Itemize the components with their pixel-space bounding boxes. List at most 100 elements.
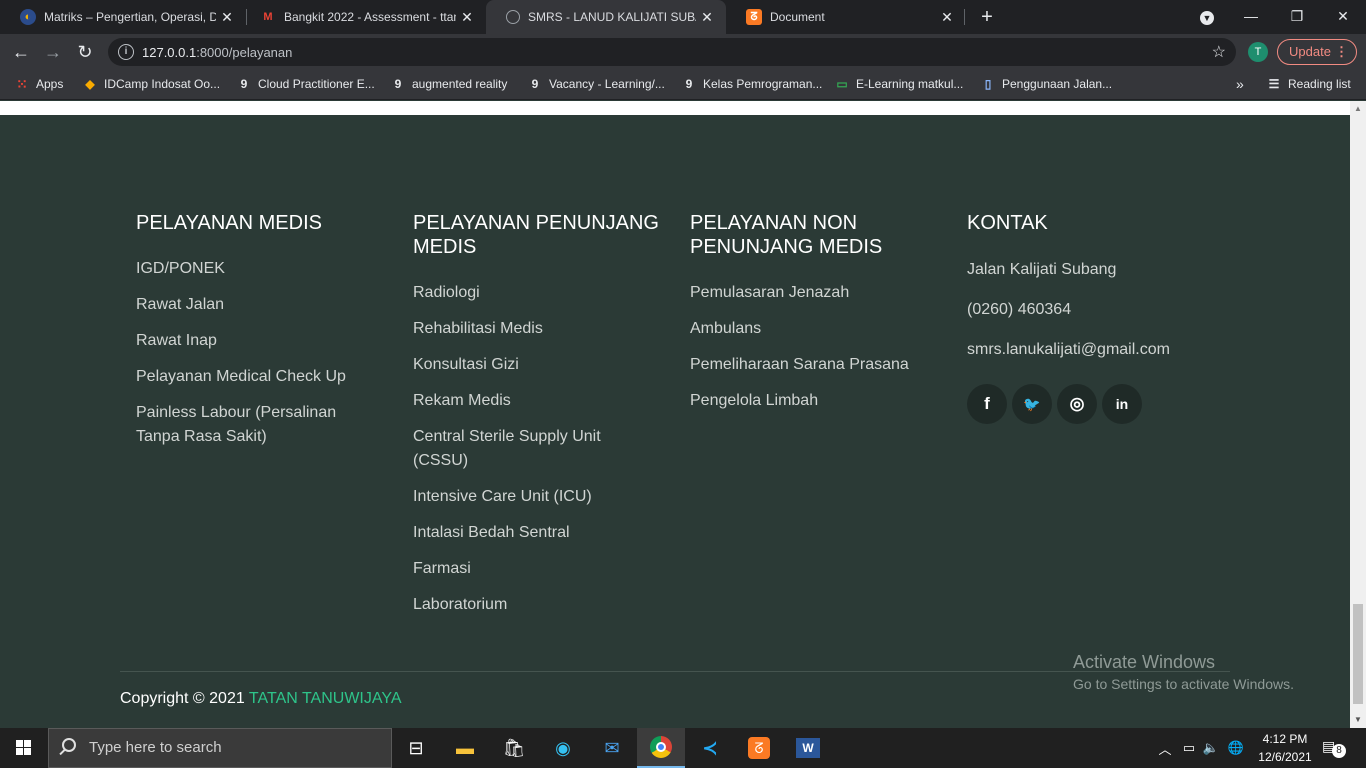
bookmark-label: Vacancy - Learning/... xyxy=(549,77,665,91)
show-hidden-icons-chevron-icon[interactable]: ︿ xyxy=(1154,728,1176,768)
windows-logo-icon xyxy=(24,740,31,747)
chrome-icon[interactable] xyxy=(637,728,685,768)
globe-icon xyxy=(506,10,520,24)
tab-divider xyxy=(964,9,965,25)
bookmark-elearning[interactable]: ▭ E-Learning matkul... xyxy=(834,70,963,98)
footer-link[interactable]: Rawat Jalan xyxy=(136,293,396,317)
start-button[interactable] xyxy=(0,728,48,768)
bookmark-label: E-Learning matkul... xyxy=(856,77,964,91)
link-list: Radiologi Rehabilitasi Medis Konsultasi … xyxy=(413,281,673,617)
new-tab-button[interactable]: + xyxy=(976,3,998,31)
footer-link[interactable]: Konsultasi Gizi xyxy=(413,353,673,377)
footer-link[interactable]: Laboratorium xyxy=(413,593,673,617)
footer-link[interactable]: IGD/PONEK xyxy=(136,257,396,281)
footer-link[interactable]: Painless Labour (Persalinan Tanpa Rasa S… xyxy=(136,401,366,449)
vscode-icon[interactable]: ≺ xyxy=(686,728,734,768)
close-icon[interactable]: ✕ xyxy=(696,9,718,26)
page-viewport: PELAYANAN MEDIS IGD/PONEK Rawat Jalan Ra… xyxy=(0,101,1350,728)
instagram-icon[interactable]: ◎ xyxy=(1057,384,1097,424)
word-icon[interactable]: W xyxy=(784,728,832,768)
store-icon[interactable]: 🛍 xyxy=(490,728,538,768)
profile-avatar[interactable]: T xyxy=(1248,42,1268,62)
bookmark-label: Penggunaan Jalan... xyxy=(1002,77,1113,91)
footer-link[interactable]: Ambulans xyxy=(690,317,950,341)
close-icon[interactable]: ✕ xyxy=(456,9,478,26)
bookmark-penggunaan[interactable]: ▯ Penggunaan Jalan... xyxy=(980,70,1112,98)
tab-title: Bangkit 2022 - Assessment - ttan xyxy=(284,10,456,24)
footer-link[interactable]: Intensive Care Unit (ICU) xyxy=(413,485,673,509)
tab-document[interactable]: ᘔ Document ✕ xyxy=(726,0,966,34)
url-text[interactable]: 127.0.0.1:8000/pelayanan xyxy=(142,45,292,60)
bookmarks-bar: ⁙ Apps ◆ IDCamp Indosat Oo... 9 Cloud Pr… xyxy=(0,70,1366,100)
footer-link[interactable]: Rekam Medis xyxy=(413,389,673,413)
linkedin-icon[interactable]: in xyxy=(1102,384,1142,424)
reading-list-button[interactable]: ☰ Reading list xyxy=(1266,70,1351,98)
footer-link[interactable]: Rehabilitasi Medis xyxy=(413,317,673,341)
close-icon[interactable]: ✕ xyxy=(216,9,238,26)
footer-link[interactable]: Central Sterile Supply Unit (CSSU) xyxy=(413,425,613,473)
forward-button[interactable]: → xyxy=(40,39,66,65)
footer-link[interactable]: Pelayanan Medical Check Up xyxy=(136,365,396,389)
xampp-icon[interactable]: ᘔ xyxy=(735,728,783,768)
reload-button[interactable]: ↻ xyxy=(72,39,98,65)
battery-icon[interactable]: ▭ xyxy=(1178,728,1200,768)
bookmark-ar[interactable]: 9 augmented reality xyxy=(390,70,508,98)
update-button[interactable]: Update ⋮ xyxy=(1277,39,1357,65)
scrollbar-thumb[interactable] xyxy=(1353,604,1363,704)
bookmark-kelas[interactable]: 9 Kelas Pemrograman... xyxy=(681,70,823,98)
footer-link[interactable]: Rawat Inap xyxy=(136,329,396,353)
xampp-icon: ᘔ xyxy=(746,9,762,25)
update-label: Update xyxy=(1289,44,1331,59)
scroll-up-arrow-icon[interactable]: ▲ xyxy=(1350,101,1366,117)
dicoding-icon: 9 xyxy=(394,77,402,91)
edge-icon[interactable]: ◉ xyxy=(539,728,587,768)
minimize-button[interactable]: — xyxy=(1228,0,1274,34)
window-close-button[interactable]: ✕ xyxy=(1320,0,1366,34)
tab-search-button[interactable]: ▼ xyxy=(1184,0,1230,34)
bookmark-cloud[interactable]: 9 Cloud Practitioner E... xyxy=(236,70,375,98)
page-scrollbar[interactable]: ▲ ▼ xyxy=(1350,101,1366,728)
windows-taskbar: Type here to search ⊟ ▬ 🛍 ◉ ✉ ≺ ᘔ W ︿ ▭ … xyxy=(0,728,1366,768)
browser-toolbar: ← → ↻ i 127.0.0.1:8000/pelayanan ☆ T Upd… xyxy=(0,34,1366,70)
bookmark-idcamp[interactable]: ◆ IDCamp Indosat Oo... xyxy=(82,70,220,98)
tab-smrs[interactable]: SMRS - LANUD KALIJATI SUBANG ✕ xyxy=(486,0,726,34)
footer-divider xyxy=(120,671,1230,672)
network-globe-icon[interactable]: 🌐 xyxy=(1224,728,1248,768)
address-bar[interactable]: i 127.0.0.1:8000/pelayanan ☆ xyxy=(108,38,1236,66)
apps-grid-icon: ⁙ xyxy=(16,75,28,92)
idcamp-icon: ◆ xyxy=(85,77,95,91)
gmail-icon: M xyxy=(263,11,273,23)
footer-link[interactable]: Radiologi xyxy=(413,281,673,305)
footer-link[interactable]: Intalasi Bedah Sentral xyxy=(413,521,673,545)
footer-link[interactable]: Pemeliharaan Sarana Prasana xyxy=(690,353,950,377)
mail-icon[interactable]: ✉ xyxy=(588,728,636,768)
contact-address: Jalan Kalijati Subang xyxy=(967,261,1117,278)
back-button[interactable]: ← xyxy=(8,39,34,65)
bookmark-label: Apps xyxy=(36,77,64,91)
site-info-icon[interactable]: i xyxy=(118,44,134,60)
tab-matriks[interactable]: ◐ Matriks – Pengertian, Operasi, De ✕ xyxy=(0,0,246,34)
bookmark-star-icon[interactable]: ☆ xyxy=(1212,42,1226,62)
footer-link[interactable]: Farmasi xyxy=(413,557,673,581)
footer-link[interactable]: Pengelola Limbah xyxy=(690,389,950,413)
tab-bangkit[interactable]: M Bangkit 2022 - Assessment - ttan ✕ xyxy=(240,0,486,34)
file-explorer-icon[interactable]: ▬ xyxy=(441,728,489,768)
more-bookmarks-button[interactable]: » xyxy=(1236,70,1244,98)
footer-link[interactable]: Pemulasaran Jenazah xyxy=(690,281,950,305)
restore-button[interactable]: ❐ xyxy=(1274,0,1320,34)
bookmark-label: IDCamp Indosat Oo... xyxy=(104,77,221,91)
volume-icon[interactable]: 🔈 xyxy=(1200,728,1222,768)
copyright-text: Copyright © 2021 TATAN TANUWIJAYA xyxy=(120,690,402,708)
bookmark-vacancy[interactable]: 9 Vacancy - Learning/... xyxy=(527,70,665,98)
facebook-icon[interactable]: f xyxy=(967,384,1007,424)
close-icon[interactable]: ✕ xyxy=(936,9,958,26)
taskbar-search-box[interactable]: Type here to search xyxy=(48,728,392,768)
twitter-icon[interactable]: 🐦 xyxy=(1012,384,1052,424)
action-center-icon[interactable]: ▤ 8 xyxy=(1322,738,1346,758)
more-menu-icon[interactable]: ⋮ xyxy=(1335,40,1348,64)
task-view-icon[interactable]: ⊟ xyxy=(392,728,440,768)
scroll-down-arrow-icon[interactable]: ▼ xyxy=(1350,712,1366,728)
copyright-brand-link[interactable]: TATAN TANUWIJAYA xyxy=(249,690,402,707)
taskbar-clock[interactable]: 4:12 PM 12/6/2021 xyxy=(1250,730,1320,766)
bookmark-apps[interactable]: ⁙ Apps xyxy=(14,70,63,98)
